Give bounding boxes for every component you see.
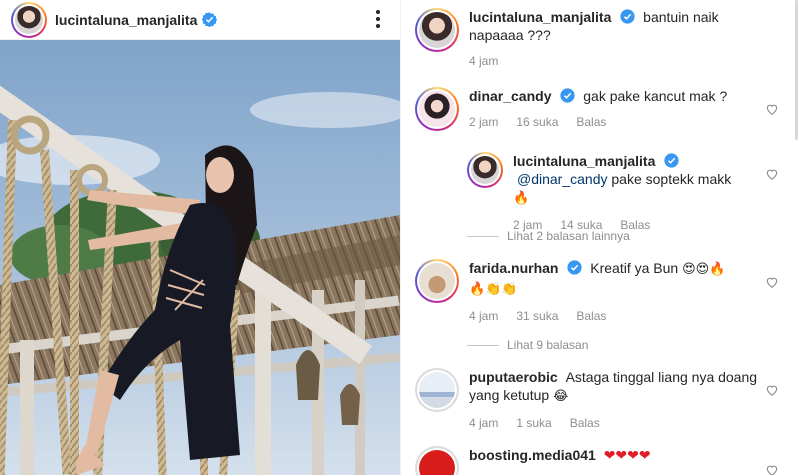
more-vertical-icon[interactable] bbox=[370, 7, 386, 31]
avatar[interactable] bbox=[415, 446, 459, 475]
reply-item: lucintaluna_manjalita @dinar_candy pake … bbox=[467, 152, 743, 232]
view-more-replies-label[interactable]: Lihat 9 balasan bbox=[507, 338, 588, 352]
reply-button[interactable]: Balas bbox=[576, 115, 606, 129]
comment-item: boosting.media041 ❤❤❤❤ bbox=[415, 446, 739, 475]
comment-text: Kreatif ya Bun bbox=[590, 260, 679, 276]
comment-emoji: ❤❤❤❤ bbox=[603, 448, 651, 464]
like-heart-icon[interactable] bbox=[765, 463, 779, 475]
like-heart-icon[interactable] bbox=[765, 383, 779, 397]
view-more-replies-label[interactable]: Lihat 2 balasan lainnya bbox=[507, 229, 630, 243]
like-heart-icon[interactable] bbox=[765, 102, 779, 116]
comment-likes[interactable]: 31 suka bbox=[516, 309, 558, 323]
post-photo bbox=[0, 40, 400, 475]
comment-username[interactable]: boosting.media041 bbox=[469, 447, 596, 463]
post-panel: lucintaluna_manjalita bbox=[0, 0, 400, 475]
comment-username[interactable]: dinar_candy bbox=[469, 88, 551, 104]
comments-scrollbar[interactable] bbox=[795, 0, 798, 140]
comment-item: farida.nurhan Kreatif ya Bun 😍😍🔥🔥👏👏 4 ja… bbox=[415, 259, 739, 323]
comments-panel: lucintaluna_manjalita bantuin naik napaa… bbox=[400, 0, 800, 475]
avatar[interactable] bbox=[415, 259, 459, 303]
comment-emoji: 🔥 bbox=[513, 191, 530, 206]
post-header: lucintaluna_manjalita bbox=[0, 0, 400, 40]
caption-username[interactable]: lucintaluna_manjalita bbox=[469, 9, 611, 25]
comment-likes[interactable]: 16 suka bbox=[516, 115, 558, 129]
like-heart-icon[interactable] bbox=[765, 167, 779, 181]
comment-item: puputaerobic Astaga tinggal liang nya do… bbox=[415, 368, 759, 430]
verified-badge-icon bbox=[560, 88, 575, 103]
caption-time: 4 jam bbox=[469, 54, 499, 68]
comment-text: pake soptekk makk bbox=[607, 171, 732, 187]
view-more-replies-button[interactable]: Lihat 9 balasan bbox=[467, 338, 588, 352]
comment-text: gak pake kancut mak ? bbox=[583, 88, 728, 104]
mention-link[interactable]: @dinar_candy bbox=[517, 171, 608, 187]
comment-item: dinar_candy gak pake kancut mak ? 2 jam … bbox=[415, 87, 739, 131]
comment-username[interactable]: farida.nurhan bbox=[469, 260, 558, 276]
comment-likes[interactable]: 1 suka bbox=[516, 416, 551, 430]
verified-badge-icon bbox=[567, 260, 582, 275]
reply-button[interactable]: Balas bbox=[576, 309, 606, 323]
post-author-avatar[interactable] bbox=[11, 1, 47, 38]
comment-time: 2 jam bbox=[469, 115, 499, 129]
comment-username[interactable]: puputaerobic bbox=[469, 369, 558, 385]
avatar[interactable] bbox=[415, 368, 459, 412]
avatar[interactable] bbox=[415, 87, 459, 131]
view-more-replies-button[interactable]: Lihat 2 balasan lainnya bbox=[467, 229, 630, 243]
verified-badge-icon bbox=[202, 12, 218, 27]
comment-time: 4 jam bbox=[469, 416, 499, 430]
post-author-username[interactable]: lucintaluna_manjalita bbox=[55, 12, 197, 28]
verified-badge-icon bbox=[620, 9, 635, 24]
reply-button[interactable]: Balas bbox=[570, 416, 600, 430]
verified-badge-icon bbox=[664, 153, 679, 168]
comment-time: 4 jam bbox=[469, 309, 499, 323]
comment-emoji: 😂 bbox=[553, 389, 569, 404]
like-heart-icon[interactable] bbox=[765, 275, 779, 289]
post-caption: lucintaluna_manjalita bantuin naik napaa… bbox=[415, 8, 769, 68]
avatar[interactable] bbox=[415, 8, 459, 52]
avatar[interactable] bbox=[467, 152, 503, 188]
comment-username[interactable]: lucintaluna_manjalita bbox=[513, 153, 655, 169]
